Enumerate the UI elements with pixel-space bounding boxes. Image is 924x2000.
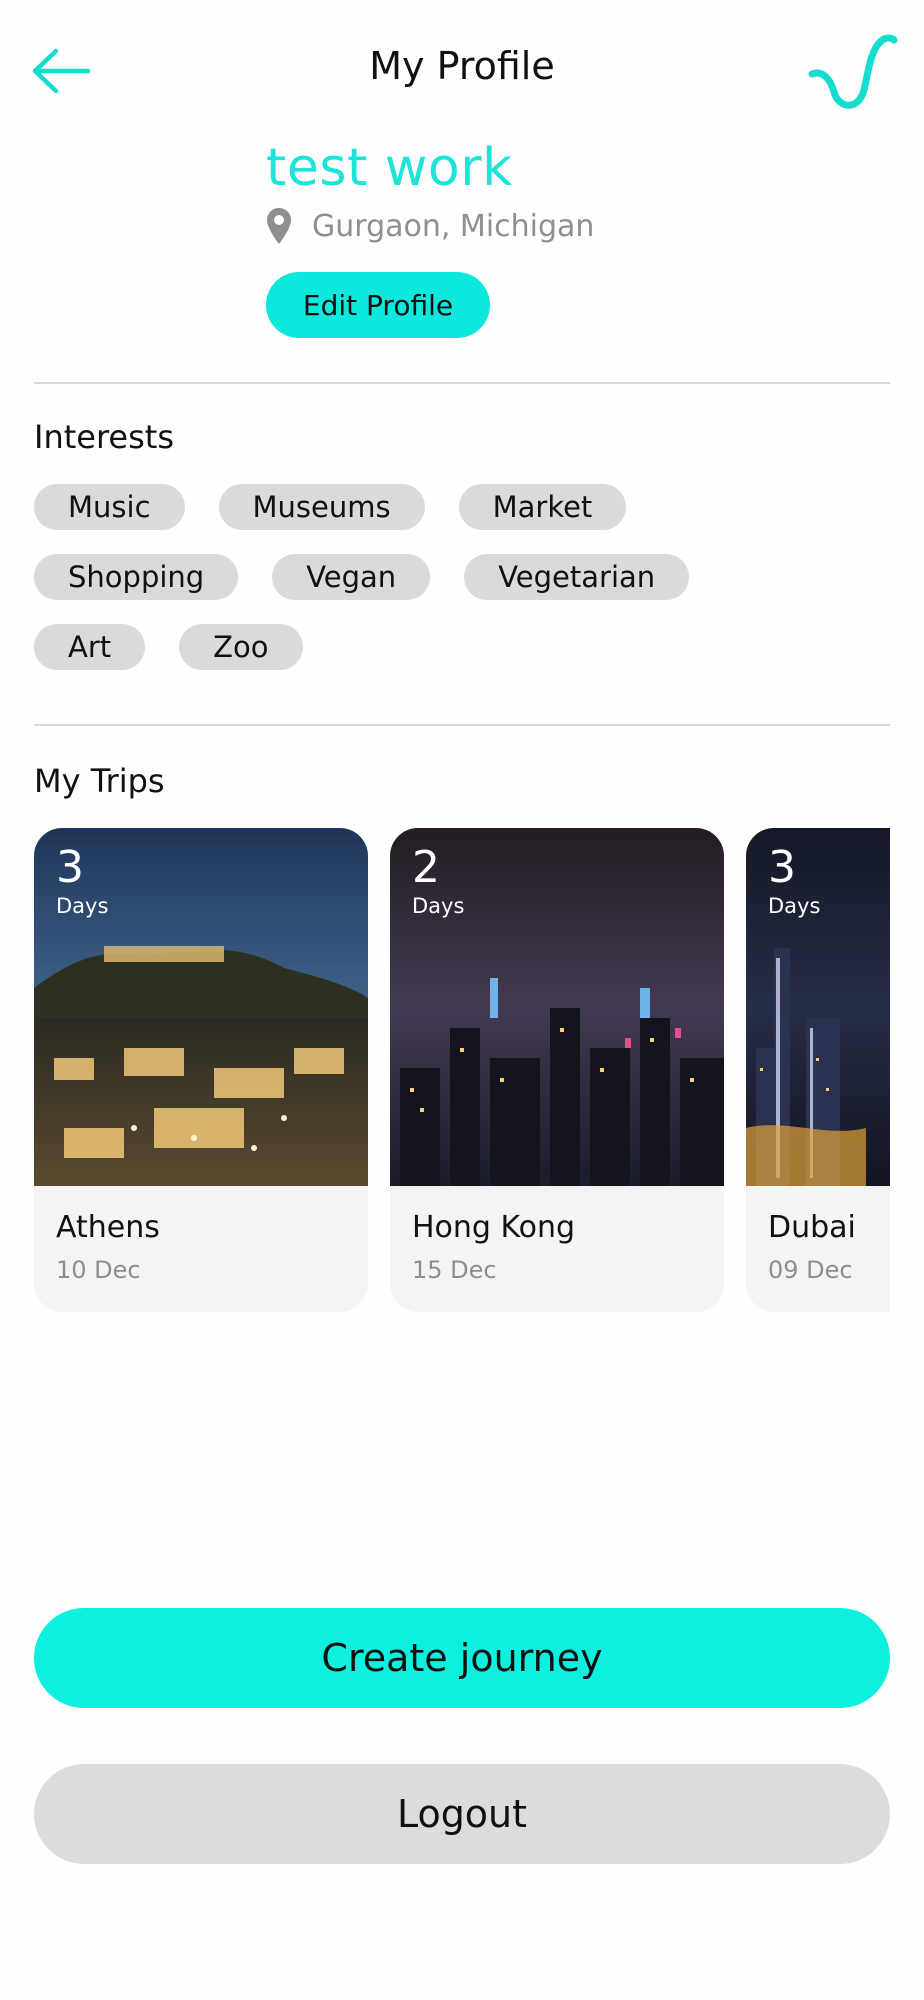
interest-chip[interactable]: Art bbox=[34, 624, 146, 670]
interest-chip[interactable]: Music bbox=[34, 484, 185, 530]
interest-chip[interactable]: Vegan bbox=[272, 554, 431, 600]
trip-city: Athens bbox=[56, 1210, 160, 1245]
map-pin-icon bbox=[267, 208, 291, 244]
chip-row: Music Museums Market bbox=[34, 484, 894, 530]
trip-days-number: 2 bbox=[412, 842, 440, 893]
city-photo-athens bbox=[34, 828, 368, 1186]
trip-days-number: 3 bbox=[56, 842, 84, 893]
trip-city: Dubai bbox=[768, 1210, 856, 1245]
chip-row: Shopping Vegan Vegetarian bbox=[34, 554, 894, 600]
page-title: My Profile bbox=[369, 44, 555, 88]
trip-photo-dubai: 3 Days bbox=[746, 828, 890, 1186]
trip-photo-athens: 3 Days bbox=[34, 828, 368, 1186]
trip-date: 09 Dec bbox=[768, 1256, 853, 1284]
profile-screen: My Profile test work Gurgaon, Michigan E… bbox=[0, 0, 924, 2000]
header: My Profile bbox=[0, 0, 924, 140]
trip-date: 15 Dec bbox=[412, 1256, 497, 1284]
profile-name: test work bbox=[266, 138, 513, 198]
interest-chip[interactable]: Zoo bbox=[179, 624, 303, 670]
divider bbox=[34, 382, 890, 384]
my-trips-title: My Trips bbox=[34, 762, 165, 800]
chip-row: Art Zoo bbox=[34, 624, 894, 670]
divider bbox=[34, 724, 890, 726]
interests-chips: Music Museums Market Shopping Vegan Vege… bbox=[34, 484, 894, 694]
interest-chip[interactable]: Vegetarian bbox=[464, 554, 690, 600]
trips-track: 3 Days Athens 10 Dec 2 Days Hong Kong 15… bbox=[34, 828, 890, 1312]
interest-chip[interactable]: Museums bbox=[218, 484, 425, 530]
location-text: Gurgaon, Michigan bbox=[312, 208, 595, 244]
trip-card-dubai[interactable]: 3 Days Dubai 09 Dec bbox=[746, 828, 890, 1312]
brand-logo-icon bbox=[808, 34, 898, 109]
trips-carousel[interactable]: 3 Days Athens 10 Dec 2 Days Hong Kong 15… bbox=[34, 828, 890, 1312]
interest-chip[interactable]: Shopping bbox=[34, 554, 239, 600]
interests-title: Interests bbox=[34, 418, 174, 456]
edit-profile-button[interactable]: Edit Profile bbox=[266, 272, 490, 338]
trip-days-number: 3 bbox=[768, 842, 796, 893]
trip-card-athens[interactable]: 3 Days Athens 10 Dec bbox=[34, 828, 368, 1312]
profile-location: Gurgaon, Michigan bbox=[266, 204, 594, 248]
trip-card-hong-kong[interactable]: 2 Days Hong Kong 15 Dec bbox=[390, 828, 724, 1312]
logout-button[interactable]: Logout bbox=[34, 1764, 890, 1864]
trip-city: Hong Kong bbox=[412, 1210, 576, 1245]
trip-date: 10 Dec bbox=[56, 1256, 141, 1284]
trip-days-label: Days bbox=[412, 894, 465, 918]
interest-chip[interactable]: Market bbox=[458, 484, 627, 530]
trip-days-label: Days bbox=[56, 894, 109, 918]
trip-photo-hong-kong: 2 Days bbox=[390, 828, 724, 1186]
create-journey-button[interactable]: Create journey bbox=[34, 1608, 890, 1708]
city-photo-hong-kong bbox=[390, 828, 724, 1186]
trip-days-label: Days bbox=[768, 894, 821, 918]
